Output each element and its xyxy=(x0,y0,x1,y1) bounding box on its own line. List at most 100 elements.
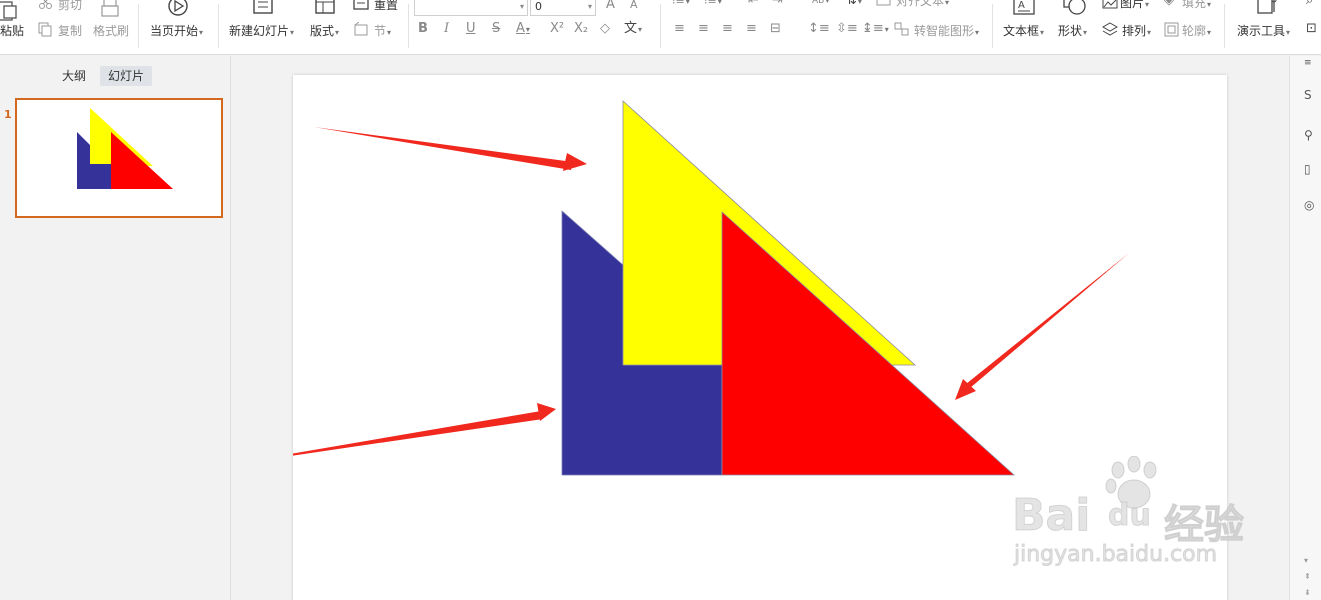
layout-button[interactable]: 版式▾ xyxy=(310,24,339,40)
font-color-icon[interactable]: A▾ xyxy=(516,22,530,37)
bold-icon[interactable]: B xyxy=(418,22,428,36)
arrow-bottom-left[interactable] xyxy=(208,403,556,468)
red-triangle[interactable] xyxy=(721,211,1016,476)
pinyin-guide-icon[interactable]: 文▾ xyxy=(624,22,642,37)
distribute-icon[interactable]: ⊟ xyxy=(770,22,781,36)
strikethrough-icon[interactable]: S xyxy=(492,22,500,36)
play-icon xyxy=(168,0,188,16)
decrease-indent-icon[interactable]: ⇤ xyxy=(748,0,759,8)
scissors-icon xyxy=(39,0,52,9)
svg-text:A: A xyxy=(1018,0,1025,11)
wps-presentation-window: 粘贴 剪切 复制 格式刷 当页开始▾ 新建幻灯片▾ 版式▾ 重置 节▾ ▾ 0 … xyxy=(0,0,1321,600)
tab-outline[interactable]: 大纲 xyxy=(54,66,94,86)
scroll-down-icon[interactable]: ▾ xyxy=(1304,556,1308,565)
cut-button[interactable]: 剪切 xyxy=(58,0,82,12)
justify-icon[interactable]: ≡ xyxy=(746,22,757,36)
tab-slides[interactable]: 幻灯片 xyxy=(100,66,153,86)
numbering-icon[interactable]: ⁝≡▾ xyxy=(704,0,722,9)
font-grow-icon[interactable]: A xyxy=(606,0,615,12)
format-painter-icon xyxy=(101,0,119,17)
fill-icon: ◈ xyxy=(1164,0,1174,8)
presentation-tools-icon xyxy=(1257,0,1277,14)
slide-number: 1 xyxy=(4,108,12,121)
align-center-icon[interactable]: ≡ xyxy=(698,22,709,36)
arrange-icon xyxy=(1102,22,1118,36)
watermark-brand: Bai xyxy=(1011,490,1091,542)
new-slide-icon xyxy=(253,0,273,14)
slides-group: 新建幻灯片▾ 版式▾ 重置 节▾ xyxy=(220,0,408,54)
presentation-tools-button[interactable]: 演示工具▾ xyxy=(1237,24,1290,40)
style-icon[interactable]: S xyxy=(1304,88,1312,102)
font-shrink-icon[interactable]: A xyxy=(630,0,638,12)
convert-smartart-button[interactable]: 转智能图形▾ xyxy=(914,24,979,40)
watermark-url: jingyan.baidu.com xyxy=(1013,542,1218,568)
slide-panel: 大纲 幻灯片 1 xyxy=(0,56,231,600)
settings-icon[interactable]: ◎ xyxy=(1304,198,1314,212)
text-direction-icon[interactable]: AB▾ xyxy=(812,0,829,8)
shapes-icon xyxy=(1063,0,1086,15)
reset-icon xyxy=(353,0,369,10)
more-tools-icon[interactable]: ⊡ xyxy=(1306,22,1317,36)
section-button[interactable]: 节▾ xyxy=(374,24,391,40)
arrow-right[interactable] xyxy=(955,253,1129,400)
ribbon-separator xyxy=(1224,4,1225,48)
bullets-icon[interactable]: ⁝≡▾ xyxy=(672,0,690,9)
arrange-button[interactable]: 排列▾ xyxy=(1122,24,1151,40)
smart-shape-icon xyxy=(894,22,909,36)
font-name-combo[interactable]: ▾ xyxy=(414,0,528,16)
select-pane-icon[interactable]: ▯ xyxy=(1304,162,1311,176)
align-right-icon[interactable]: ≡ xyxy=(722,22,733,36)
align-text-icon xyxy=(876,0,891,6)
line-spacing-2-icon[interactable]: ↨≡▾ xyxy=(862,22,889,37)
align-text-button[interactable]: 对齐文本▾ xyxy=(896,0,949,10)
column-icon[interactable]: ⇳≡ xyxy=(836,22,858,36)
property-icon[interactable]: ⚲ xyxy=(1304,128,1313,142)
clipboard-group: 粘贴 剪切 复制 格式刷 xyxy=(0,0,138,54)
italic-icon[interactable]: I xyxy=(444,22,449,36)
search-icon[interactable]: ⌕ xyxy=(1306,0,1313,8)
ribbon-separator xyxy=(408,4,409,48)
paragraph-group: ⁝≡▾ ⁝≡▾ ⇤ ⇥ AB▾ ⇅▾ 对齐文本▾ ≡ ≡ ≡ ≡ ⊟ ↕≡ ⇳≡… xyxy=(662,0,992,54)
clear-format-icon[interactable]: ◇ xyxy=(600,22,610,36)
outline-icon xyxy=(1164,22,1179,37)
scroll-page-down-icon[interactable]: ⇟ xyxy=(1304,588,1311,597)
ribbon-separator xyxy=(138,4,139,48)
pane-collapse-icon[interactable]: ≡ xyxy=(1304,58,1312,68)
slide-thumbnail[interactable] xyxy=(15,98,223,218)
font-group: ▾ 0 ▾ A A B I U S A▾ X² X₂ ◇ 文▾ xyxy=(410,0,660,54)
tools-group: 演示工具▾ ⌕ ⊡ xyxy=(1226,0,1321,54)
thumbnail-preview xyxy=(77,108,173,189)
superscript-icon[interactable]: X² xyxy=(550,22,564,36)
paragraph-spacing-icon[interactable]: ↕≡ xyxy=(808,22,830,36)
format-painter-button[interactable]: 格式刷 xyxy=(93,24,129,38)
font-size-value: 0 xyxy=(535,0,542,13)
reset-button[interactable]: 重置 xyxy=(374,0,398,12)
right-task-pane: ≡ S ⚲ ▯ ◎ ▾ ⇞ ⇟ xyxy=(1289,56,1321,600)
paste-button[interactable]: 粘贴 xyxy=(0,24,24,38)
fill-button[interactable]: 填充▾ xyxy=(1182,0,1211,12)
picture-button[interactable]: 图片▾ xyxy=(1120,0,1149,12)
outline-button[interactable]: 轮廓▾ xyxy=(1182,24,1211,40)
font-size-combo[interactable]: 0 ▾ xyxy=(530,0,596,16)
text-box-button[interactable]: 文本框▾ xyxy=(1003,24,1044,40)
new-slide-button[interactable]: 新建幻灯片▾ xyxy=(229,24,294,40)
underline-icon[interactable]: U xyxy=(466,22,476,36)
ribbon-separator xyxy=(660,4,661,48)
align-left-icon[interactable]: ≡ xyxy=(674,22,685,36)
from-current-slide-button[interactable]: 当页开始▾ xyxy=(150,24,203,40)
watermark-brand-du: du xyxy=(1108,498,1152,534)
arrow-top-left[interactable] xyxy=(314,127,587,171)
paste-icon[interactable] xyxy=(0,0,20,22)
section-icon xyxy=(354,22,368,36)
shapes-button[interactable]: 形状▾ xyxy=(1058,24,1087,40)
line-spacing-icon[interactable]: ⇅▾ xyxy=(846,0,862,9)
subscript-icon[interactable]: X₂ xyxy=(574,22,588,36)
scroll-page-up-icon[interactable]: ⇞ xyxy=(1304,572,1311,581)
slideshow-group: 当页开始▾ xyxy=(140,0,218,54)
ribbon-separator xyxy=(218,4,219,48)
ribbon-separator xyxy=(992,4,993,48)
increase-indent-icon[interactable]: ⇥ xyxy=(772,0,783,8)
copy-button[interactable]: 复制 xyxy=(58,24,82,38)
copy-icon xyxy=(38,22,52,37)
picture-icon xyxy=(1102,0,1118,9)
